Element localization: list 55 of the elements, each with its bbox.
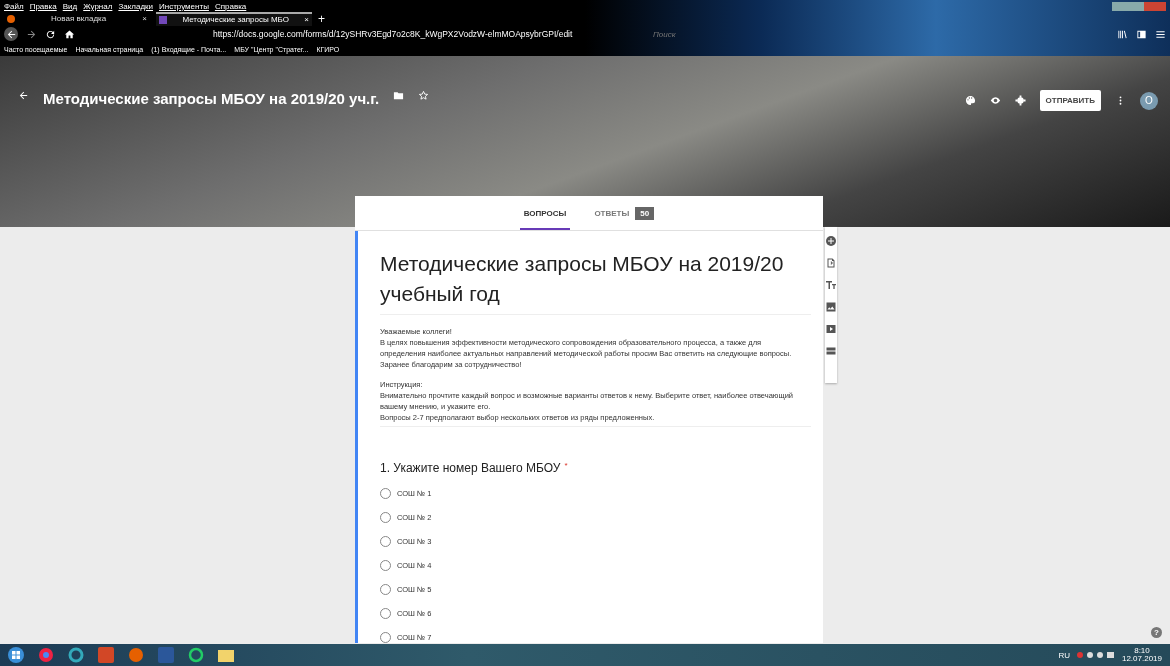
- tab-title: Методические запросы МБО: [182, 15, 289, 24]
- search-field[interactable]: Поиск: [651, 28, 745, 40]
- menu-item[interactable]: Справка: [214, 1, 247, 11]
- tab-close[interactable]: ×: [142, 14, 147, 23]
- tab-title: Новая вкладка: [51, 14, 107, 23]
- reload-icon[interactable]: [45, 28, 56, 40]
- library-icon[interactable]: [1117, 28, 1128, 40]
- text-icon[interactable]: [825, 279, 837, 291]
- form-tab[interactable]: ОТВЕТЫ 50: [590, 205, 659, 230]
- home-icon[interactable]: [64, 28, 75, 40]
- menu-item[interactable]: Файл: [4, 1, 24, 11]
- mail-app-icon[interactable]: [188, 647, 204, 663]
- tab-close[interactable]: ×: [304, 15, 309, 24]
- tray-icons-drawing[interactable]: [1075, 651, 1116, 659]
- browser-icon[interactable]: [38, 647, 54, 663]
- language-indicator[interactable]: RU: [1058, 650, 1070, 660]
- folder-icon[interactable]: [393, 90, 405, 101]
- question-title: 1. Укажите номер Вашего МБОУ: [380, 460, 561, 475]
- section-icon[interactable]: [825, 345, 837, 357]
- image-icon[interactable]: [825, 301, 837, 313]
- form-heading: Методические запросы МБОУ на 2019/20 учебный год: [380, 249, 811, 315]
- palette-icon[interactable]: [964, 95, 976, 106]
- back-arrow-icon[interactable]: [18, 90, 29, 101]
- video-icon[interactable]: [825, 323, 837, 335]
- add-icon[interactable]: [825, 235, 837, 247]
- browser-icon[interactable]: [68, 647, 84, 663]
- help-icon[interactable]: ?: [1151, 627, 1162, 638]
- browser-logo-icon: [7, 14, 15, 23]
- address-field[interactable]: https://docs.google.com/forms/d/12ySHRv3Egd7o2c8K_kWgPX2VodzW-elmMOApsybrGPI/edit: [213, 29, 643, 39]
- menu-item[interactable]: Журнал: [83, 1, 113, 11]
- import-icon[interactable]: [825, 257, 837, 269]
- required-mark: *: [564, 460, 568, 472]
- browser-icon[interactable]: [128, 647, 144, 663]
- menu-item[interactable]: Закладки: [118, 1, 153, 11]
- form-title: Методические запросы МБОУ на 2019/20 уч.г.: [43, 90, 380, 107]
- menu-item[interactable]: Вид: [62, 1, 78, 11]
- forward-icon[interactable]: [26, 28, 37, 40]
- menu-icon[interactable]: [1155, 28, 1166, 40]
- star-icon[interactable]: [418, 90, 430, 101]
- sidebar-icon[interactable]: [1136, 28, 1147, 40]
- form-icon: [159, 15, 167, 24]
- form-tab[interactable]: ВОПРОСЫ: [519, 205, 571, 230]
- menu-item[interactable]: Правка: [29, 1, 57, 11]
- count-badge: 50: [635, 207, 655, 220]
- folder-app-icon[interactable]: [218, 647, 234, 663]
- clock-date: 12.07.2019: [1121, 655, 1162, 663]
- eye-icon[interactable]: [989, 95, 1001, 106]
- back-icon[interactable]: [4, 27, 18, 41]
- browser-tab[interactable]: Методические запросы МБО ×: [156, 11, 312, 26]
- browser-tab[interactable]: Новая вкладка ×: [4, 12, 150, 25]
- menu-item[interactable]: Инструменты: [159, 1, 209, 11]
- new-tab-button[interactable]: +: [318, 11, 325, 26]
- start-icon[interactable]: [8, 647, 24, 663]
- send-button[interactable]: ОТПРАВИТЬ: [1039, 90, 1101, 111]
- clock-time: 8:10: [1134, 647, 1150, 655]
